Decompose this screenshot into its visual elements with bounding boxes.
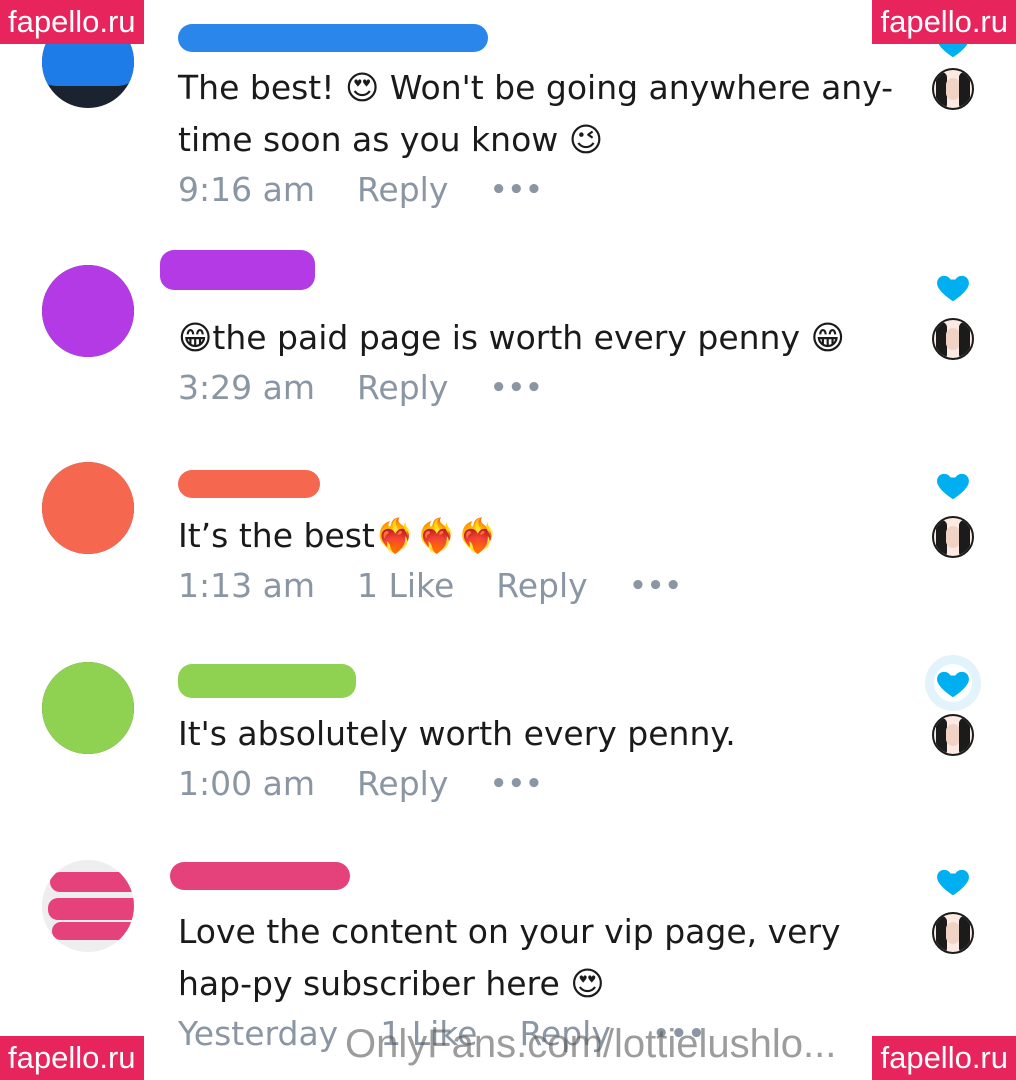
comment-time: 9:16 am: [178, 170, 315, 209]
creator-liked-avatar: [932, 68, 974, 110]
like-heart-icon[interactable]: [934, 664, 972, 702]
comment-text: It’s the best❤️‍🔥❤️‍🔥❤️‍🔥: [178, 516, 499, 555]
comment-time: 1:13 am: [178, 566, 315, 605]
commenter-avatar[interactable]: [42, 265, 134, 357]
redacted-username: [178, 664, 356, 698]
reply-button[interactable]: Reply: [496, 566, 587, 605]
more-options-icon[interactable]: •••: [490, 175, 543, 205]
creator-liked-avatar: [932, 912, 974, 954]
comment-meta: 1:13 am 1 Like Reply •••: [178, 566, 683, 605]
comment-text: Love the content on your vip page, very …: [178, 912, 841, 1003]
watermark-badge-bottom-left: fapello.ru: [0, 1036, 144, 1080]
watermark-badge-top-right: fapello.ru: [872, 0, 1016, 44]
like-heart-icon[interactable]: [934, 268, 972, 306]
source-watermark-text: OnlyFans.com/lottielushlo...: [345, 1022, 837, 1066]
more-options-icon[interactable]: •••: [630, 571, 683, 601]
commenter-avatar[interactable]: [42, 860, 134, 952]
comment-text: It's absolutely worth every penny.: [178, 714, 736, 753]
more-options-icon[interactable]: •••: [490, 769, 543, 799]
redacted-username: [178, 24, 488, 52]
commenter-avatar[interactable]: [42, 662, 134, 754]
comment-meta: 3:29 am Reply •••: [178, 368, 543, 407]
like-count[interactable]: 1 Like: [357, 566, 454, 605]
commenter-avatar[interactable]: [42, 462, 134, 554]
comment-time: Yesterday: [178, 1014, 339, 1053]
comment-meta: 1:00 am Reply •••: [178, 764, 543, 803]
creator-liked-avatar: [932, 516, 974, 558]
reply-button[interactable]: Reply: [357, 764, 448, 803]
redacted-username: [170, 862, 350, 890]
watermark-badge-bottom-right: fapello.ru: [872, 1036, 1016, 1080]
watermark-badge-top-left: fapello.ru: [0, 0, 144, 44]
like-heart-icon[interactable]: [934, 466, 972, 504]
redacted-username: [160, 250, 315, 290]
reply-button[interactable]: Reply: [357, 368, 448, 407]
comment-time: 1:00 am: [178, 764, 315, 803]
more-options-icon[interactable]: •••: [490, 373, 543, 403]
comment-time: 3:29 am: [178, 368, 315, 407]
comment-meta: 9:16 am Reply •••: [178, 170, 543, 209]
reply-button[interactable]: Reply: [357, 170, 448, 209]
comment-text: The best! 😍 Won't be going anywhere any-…: [178, 68, 894, 159]
comment-text: 😁the paid page is worth every penny 😁: [178, 318, 845, 357]
creator-liked-avatar: [932, 318, 974, 360]
like-heart-icon[interactable]: [934, 862, 972, 900]
creator-liked-avatar: [932, 714, 974, 756]
redacted-username: [178, 470, 320, 498]
